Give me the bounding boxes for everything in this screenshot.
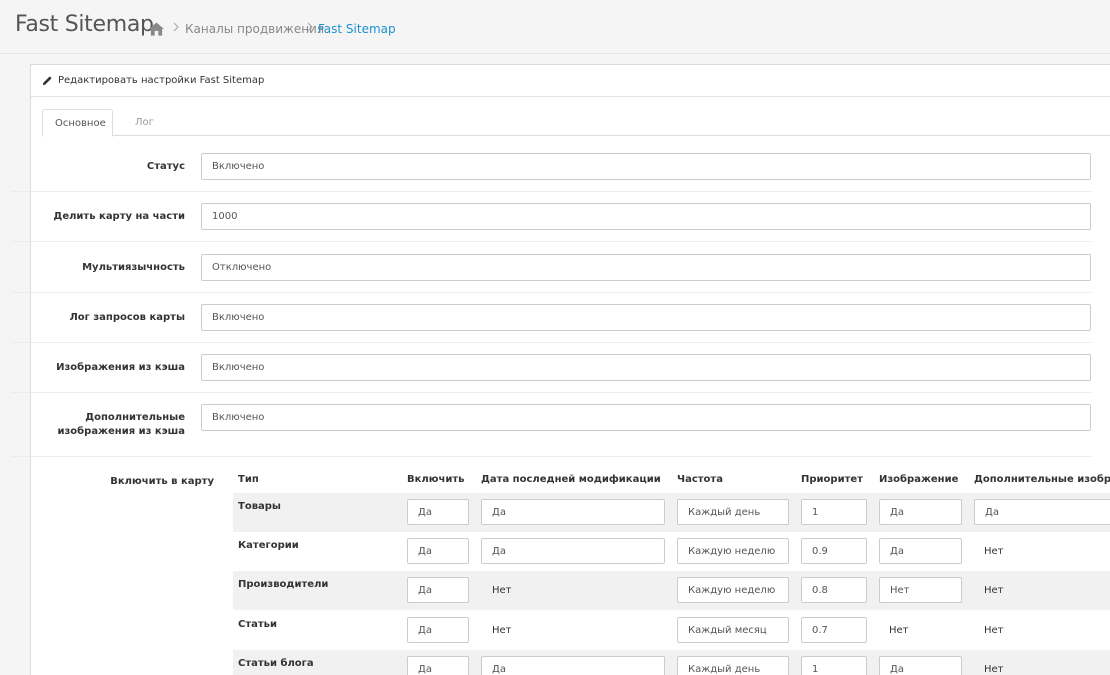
setting-row-cache-images: Изображения из кэша Включено [11, 343, 1091, 393]
frequency-select[interactable]: Каждую неделю [677, 577, 789, 603]
panel-title: Редактировать настройки Fast Sitemap [58, 75, 265, 86]
image-select[interactable]: Да [879, 656, 962, 675]
breadcrumb-item[interactable]: Каналы продвижения [185, 22, 324, 36]
extra-images-select[interactable]: Да [974, 499, 1110, 525]
enable-select[interactable]: Да [407, 499, 469, 525]
lastmod-value: Нет [492, 625, 512, 636]
panel-heading: Редактировать настройки Fast Sitemap [31, 65, 1110, 97]
chevron-right-icon [307, 22, 313, 32]
setting-row-request-log: Лог запросов карты Включено [11, 293, 1091, 343]
image-select[interactable]: Нет [879, 577, 962, 603]
setting-label: Делить карту на части [53, 211, 185, 222]
include-map-label: Включить в карту [110, 476, 214, 487]
frequency-select[interactable]: Каждую неделю [677, 538, 789, 564]
column-header: Дополнительные изображения [974, 474, 1110, 485]
extra-cache-images-select[interactable]: Включено [201, 404, 1091, 431]
table-row: Статьи Да Нет Каждый месяц 0.7 Нет Нет [233, 611, 1110, 650]
priority-input[interactable]: 0.9 [801, 538, 867, 564]
home-icon[interactable] [149, 22, 164, 36]
priority-input[interactable]: 0.7 [801, 617, 867, 643]
page-header: Fast Sitemap Каналы продвижения Fast Sit… [0, 0, 1110, 54]
page-title: Fast Sitemap [15, 12, 154, 37]
frequency-select[interactable]: Каждый месяц [677, 617, 789, 643]
lastmod-select[interactable]: Да [481, 499, 665, 525]
image-select[interactable]: Да [879, 538, 962, 564]
row-type: Товары [238, 501, 281, 512]
setting-row-multilang: Мультиязычность Отключено [11, 242, 1091, 293]
extra-images-value: Нет [984, 546, 1004, 557]
pencil-icon [42, 76, 52, 86]
frequency-select[interactable]: Каждый день [677, 499, 789, 525]
lastmod-value: Нет [492, 585, 512, 596]
status-select[interactable]: Включено [201, 153, 1091, 180]
enable-select[interactable]: Да [407, 577, 469, 603]
enable-select[interactable]: Да [407, 538, 469, 564]
cache-images-select[interactable]: Включено [201, 354, 1091, 381]
table-row: Производители Да Нет Каждую неделю 0.8 Н… [233, 571, 1110, 610]
enable-select[interactable]: Да [407, 656, 469, 675]
setting-row-status: Статус Включено [11, 141, 1091, 192]
split-input[interactable]: 1000 [201, 203, 1091, 230]
row-type: Производители [238, 579, 329, 590]
table-row: Категории Да Да Каждую неделю 0.9 Да Нет [233, 532, 1110, 571]
priority-input[interactable]: 0.8 [801, 577, 867, 603]
lastmod-select[interactable]: Да [481, 538, 665, 564]
frequency-select[interactable]: Каждый день [677, 656, 789, 675]
setting-label: Дополнительные изображения из кэша [57, 412, 185, 437]
setting-row-split: Делить карту на части 1000 [11, 192, 1091, 242]
column-header: Изображение [879, 474, 959, 485]
chevron-right-icon [173, 22, 179, 32]
setting-label: Изображения из кэша [56, 362, 185, 373]
image-select[interactable]: Да [879, 499, 962, 525]
column-header: Дата последней модификации [481, 474, 661, 485]
setting-row-extra-cache-images: Дополнительные изображения из кэша Включ… [11, 393, 1091, 457]
row-type: Статьи блога [238, 658, 314, 669]
tab-general[interactable]: Основное [42, 109, 113, 137]
image-value: Нет [889, 625, 909, 636]
extra-images-value: Нет [984, 664, 1004, 675]
tab-log[interactable]: Лог [123, 109, 166, 136]
extra-images-value: Нет [984, 625, 1004, 636]
row-type: Категории [238, 540, 299, 551]
column-header: Приоритет [801, 474, 863, 485]
column-header: Включить [407, 474, 465, 485]
priority-input[interactable]: 1 [801, 656, 867, 675]
breadcrumb-item-current[interactable]: Fast Sitemap [318, 22, 396, 36]
extra-images-value: Нет [984, 585, 1004, 596]
column-header: Частота [677, 474, 723, 485]
table-row: Товары Да Да Каждый день 1 Да Да [233, 493, 1110, 532]
setting-label: Лог запросов карты [69, 312, 185, 323]
multilang-select[interactable]: Отключено [201, 254, 1091, 281]
setting-label: Мультиязычность [82, 262, 185, 273]
tab-bar: Основное Лог [42, 109, 1110, 137]
request-log-select[interactable]: Включено [201, 304, 1091, 331]
lastmod-select[interactable]: Да [481, 656, 665, 675]
row-type: Статьи [238, 619, 278, 630]
setting-label: Статус [146, 161, 185, 172]
table-row: Статьи блога Да Да Каждый день 1 Да Нет [233, 650, 1110, 675]
column-header: Тип [238, 474, 259, 485]
priority-input[interactable]: 1 [801, 499, 867, 525]
enable-select[interactable]: Да [407, 617, 469, 643]
